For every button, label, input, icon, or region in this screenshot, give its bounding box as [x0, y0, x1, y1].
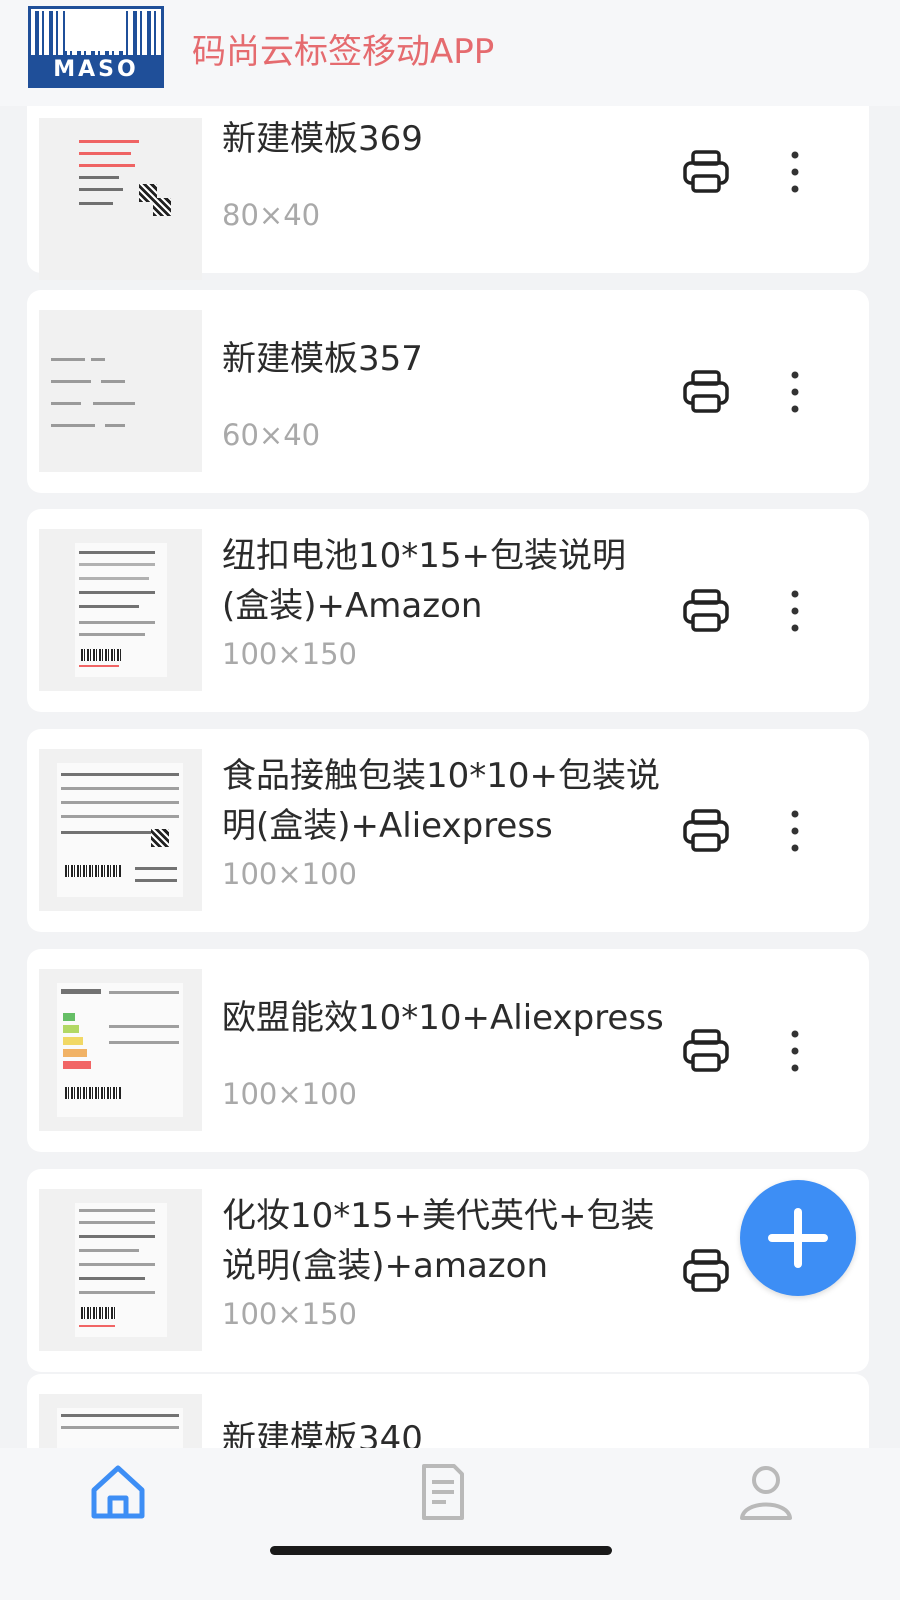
template-name: 新建模板357 [222, 339, 423, 379]
template-thumbnail [39, 118, 202, 280]
add-template-button[interactable] [740, 1180, 856, 1296]
template-size: 100×100 [222, 857, 358, 891]
user-icon[interactable] [734, 1460, 798, 1524]
print-icon[interactable] [682, 1029, 730, 1073]
template-size: 60×40 [222, 418, 321, 452]
bottom-tab-bar [0, 1448, 900, 1600]
print-icon[interactable] [682, 589, 730, 633]
template-card[interactable]: 化妆10*15+美代英代+包装说明(盒装)+amazon 100×150 [27, 1169, 869, 1372]
template-size: 100×100 [222, 1077, 358, 1111]
template-thumbnail [39, 310, 202, 472]
print-icon[interactable] [682, 370, 730, 414]
maso-logo: MASO [28, 6, 164, 88]
more-options-icon[interactable] [783, 1029, 807, 1073]
print-icon[interactable] [682, 809, 730, 853]
more-options-icon[interactable] [783, 150, 807, 194]
home-icon[interactable] [86, 1460, 150, 1524]
template-card[interactable]: 食品接触包装10*10+包装说明(盒装)+Aliexpress 100×100 [27, 729, 869, 932]
template-card[interactable]: 新建模板357 60×40 [27, 290, 869, 493]
template-name: 新建模板369 [222, 119, 423, 159]
more-options-icon[interactable] [783, 589, 807, 633]
print-icon[interactable] [682, 150, 730, 194]
template-card[interactable]: 欧盟能效10*10+Aliexpress 100×100 [27, 949, 869, 1152]
more-options-icon[interactable] [783, 370, 807, 414]
template-size: 80×40 [222, 198, 321, 232]
template-thumbnail [39, 1189, 202, 1351]
template-name: 化妆10*15+美代英代+包装说明(盒装)+amazon [222, 1196, 655, 1286]
template-name: 纽扣电池10*15+包装说明(盒装)+Amazon [222, 536, 627, 626]
template-name: 欧盟能效10*10+Aliexpress [222, 998, 664, 1038]
document-icon[interactable] [410, 1460, 474, 1524]
print-icon[interactable] [682, 1249, 730, 1293]
template-name: 食品接触包装10*10+包装说明(盒装)+Aliexpress [222, 756, 661, 846]
template-thumbnail [39, 749, 202, 911]
logo-text: MASO [31, 55, 161, 85]
template-size: 100×150 [222, 1297, 358, 1331]
template-thumbnail [39, 969, 202, 1131]
more-options-icon[interactable] [783, 809, 807, 853]
template-thumbnail [39, 529, 202, 691]
template-size: 100×150 [222, 637, 358, 671]
home-indicator [270, 1546, 612, 1555]
template-card[interactable]: 纽扣电池10*15+包装说明(盒装)+Amazon 100×150 [27, 509, 869, 712]
app-title: 码尚云标签移动APP [192, 32, 495, 72]
app-header: MASO 码尚云标签移动APP [0, 0, 900, 106]
